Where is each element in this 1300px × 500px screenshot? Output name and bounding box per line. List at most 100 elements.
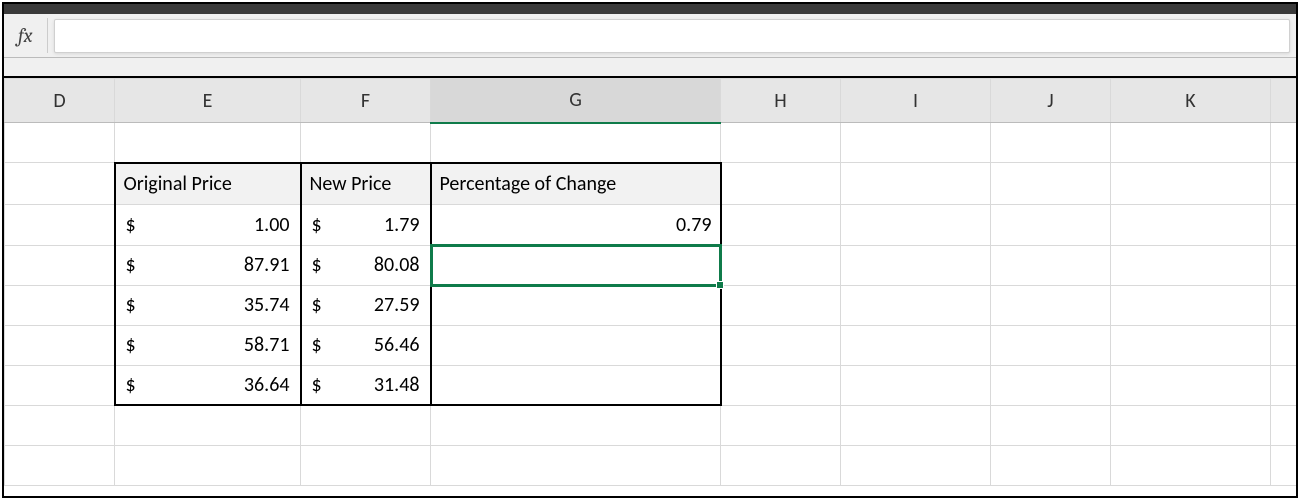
cell[interactable]	[721, 285, 841, 325]
cell-new-price[interactable]: $56.46	[301, 325, 431, 365]
cell-pct-change[interactable]	[431, 245, 721, 285]
cell[interactable]	[721, 405, 841, 445]
cell[interactable]	[841, 204, 991, 245]
cell[interactable]	[1111, 163, 1271, 205]
cell[interactable]	[1111, 204, 1271, 245]
cell-original-price[interactable]: $58.71	[115, 325, 301, 365]
cell-pct-change[interactable]	[431, 285, 721, 325]
cell[interactable]	[841, 405, 991, 445]
cell[interactable]	[721, 365, 841, 405]
cell[interactable]	[1111, 123, 1271, 163]
cell[interactable]	[5, 163, 115, 205]
cell[interactable]	[5, 245, 115, 285]
cell[interactable]	[721, 445, 841, 485]
cell[interactable]	[1111, 325, 1271, 365]
cell[interactable]	[991, 285, 1111, 325]
col-header-D[interactable]: D	[5, 79, 115, 123]
cell-pct-change[interactable]	[431, 365, 721, 405]
cell[interactable]	[5, 204, 115, 245]
cell[interactable]	[1271, 445, 1297, 485]
header-new-price[interactable]: New Price	[301, 163, 431, 205]
col-header-I[interactable]: I	[841, 79, 991, 123]
col-header-K[interactable]: K	[1111, 79, 1271, 123]
cell[interactable]	[5, 123, 115, 163]
cell[interactable]	[301, 405, 431, 445]
cell[interactable]	[431, 405, 721, 445]
cell[interactable]	[841, 163, 991, 205]
cell[interactable]	[991, 325, 1111, 365]
cell[interactable]	[1271, 285, 1297, 325]
cell[interactable]	[115, 405, 301, 445]
col-header-H[interactable]: H	[721, 79, 841, 123]
cell[interactable]	[841, 365, 991, 405]
cell-original-price[interactable]: $1.00	[115, 204, 301, 245]
fx-icon[interactable]: fx	[4, 18, 48, 53]
cell[interactable]	[721, 245, 841, 285]
grid-row: Original Price New Price Percentage of C…	[5, 163, 1297, 205]
cell[interactable]	[991, 445, 1111, 485]
cell[interactable]	[1271, 365, 1297, 405]
grid-row: $58.71 $56.46	[5, 325, 1297, 365]
formula-input[interactable]	[54, 19, 1290, 53]
cell-value: $35.74	[116, 286, 300, 325]
cell[interactable]	[991, 204, 1111, 245]
cell[interactable]	[1111, 285, 1271, 325]
cell-value: Original Price	[116, 164, 300, 204]
cell[interactable]	[721, 204, 841, 245]
cell[interactable]	[1111, 365, 1271, 405]
cell-original-price[interactable]: $35.74	[115, 285, 301, 325]
cell[interactable]	[301, 123, 431, 163]
col-header-G[interactable]: G	[431, 79, 721, 123]
cell[interactable]	[991, 245, 1111, 285]
col-header-E[interactable]: E	[115, 79, 301, 123]
cell[interactable]	[431, 445, 721, 485]
cell[interactable]	[1111, 245, 1271, 285]
cell-pct-change[interactable]	[431, 325, 721, 365]
cell[interactable]	[841, 123, 991, 163]
cell-value: New Price	[302, 164, 430, 204]
col-header-J[interactable]: J	[991, 79, 1111, 123]
cell-original-price[interactable]: $87.91	[115, 245, 301, 285]
header-percentage-change[interactable]: Percentage of Change	[431, 163, 721, 205]
spreadsheet-grid[interactable]: D E F G H I J K	[4, 78, 1296, 496]
cell-new-price[interactable]: $27.59	[301, 285, 431, 325]
cell[interactable]	[1271, 405, 1297, 445]
cell[interactable]	[1271, 325, 1297, 365]
cell[interactable]	[5, 285, 115, 325]
title-bar	[4, 4, 1296, 14]
cell[interactable]	[841, 245, 991, 285]
cell[interactable]	[991, 365, 1111, 405]
cell[interactable]	[841, 285, 991, 325]
cell[interactable]	[5, 405, 115, 445]
cell-new-price[interactable]: $1.79	[301, 204, 431, 245]
cell[interactable]	[1271, 123, 1297, 163]
cell-new-price[interactable]: $80.08	[301, 245, 431, 285]
col-header-tail[interactable]	[1271, 79, 1297, 123]
cell-new-price[interactable]: $31.48	[301, 365, 431, 405]
cell-pct-change[interactable]: 0.79	[431, 204, 721, 245]
cell[interactable]	[841, 325, 991, 365]
cell[interactable]	[721, 123, 841, 163]
cell[interactable]	[115, 445, 301, 485]
cell[interactable]	[721, 325, 841, 365]
cell[interactable]	[1111, 405, 1271, 445]
cell[interactable]	[1271, 163, 1297, 205]
cell[interactable]	[431, 123, 721, 163]
cell[interactable]	[301, 445, 431, 485]
cell[interactable]	[5, 365, 115, 405]
header-original-price[interactable]: Original Price	[115, 163, 301, 205]
cell[interactable]	[115, 123, 301, 163]
cell[interactable]	[991, 123, 1111, 163]
col-header-F[interactable]: F	[301, 79, 431, 123]
cell[interactable]	[841, 445, 991, 485]
cell[interactable]	[1271, 245, 1297, 285]
cell[interactable]	[991, 163, 1111, 205]
cell-original-price[interactable]: $36.64	[115, 365, 301, 405]
cell[interactable]	[5, 445, 115, 485]
cell[interactable]	[1271, 204, 1297, 245]
cell[interactable]	[1111, 445, 1271, 485]
cell[interactable]	[991, 405, 1111, 445]
cell-value: $58.71	[116, 326, 300, 365]
cell[interactable]	[5, 325, 115, 365]
cell[interactable]	[721, 163, 841, 205]
